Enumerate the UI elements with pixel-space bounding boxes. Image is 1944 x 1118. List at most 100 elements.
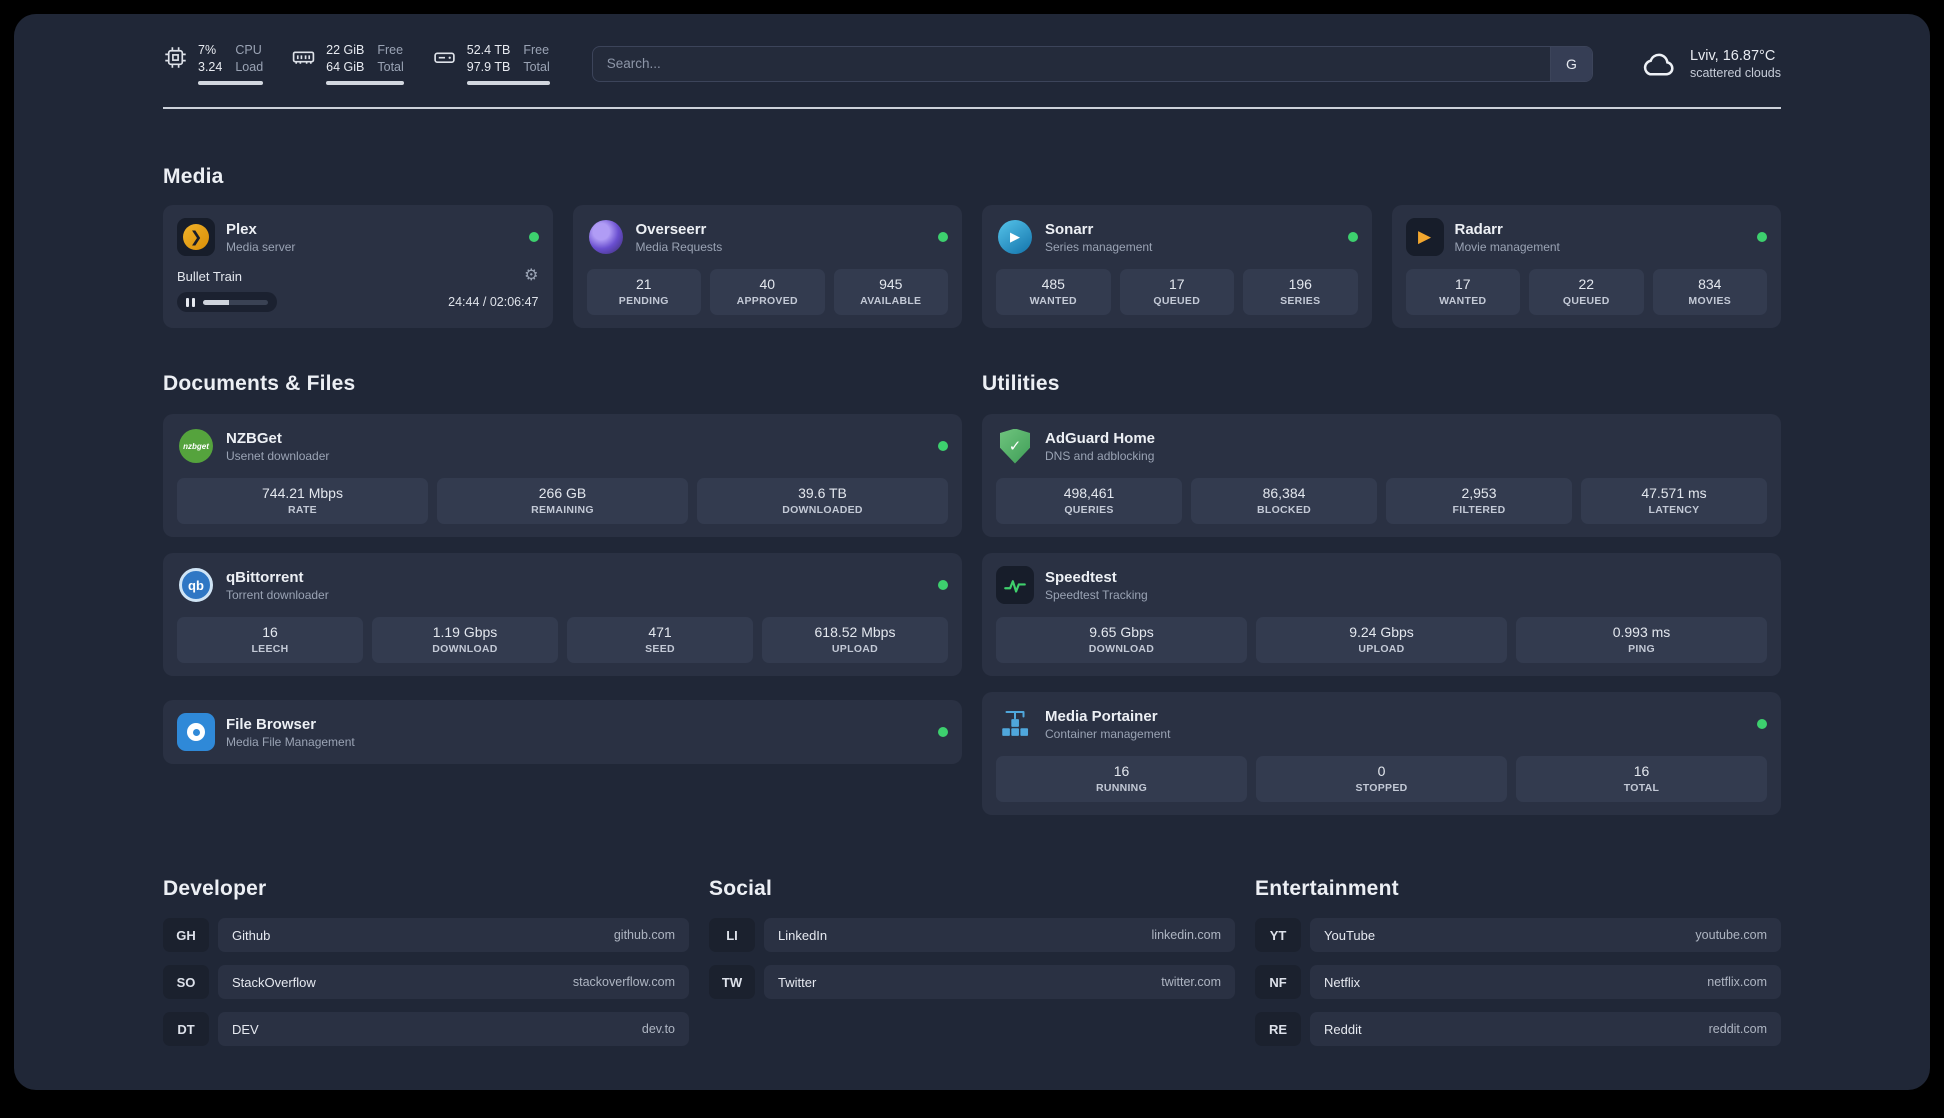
app-card-speedtest[interactable]: Speedtest Speedtest Tracking 9.65 Gbps DO… (982, 553, 1781, 676)
app-card-plex[interactable]: ❯ Plex Media server Bullet Train ⚙ 24:44… (163, 205, 553, 328)
section-documents: Documents & Files nzbget NZBGet Usenet d… (163, 372, 962, 764)
app-subtitle: Movie management (1454, 239, 1560, 254)
app-card-portainer[interactable]: Media Portainer Container management 16 R… (982, 692, 1781, 815)
weather-widget: Lviv, 16.87°C scattered clouds (1639, 45, 1781, 83)
stat-download: 1.19 Gbps DOWNLOAD (372, 617, 558, 663)
app-name: File Browser (226, 715, 317, 733)
link-abbr: TW (709, 965, 755, 999)
link-github[interactable]: GH Github github.com (163, 918, 689, 952)
stat-wanted: 17 WANTED (1405, 269, 1520, 315)
app-subtitle: Usenet downloader (226, 448, 330, 463)
app-name: Sonarr (1045, 220, 1094, 238)
stat-movies: 834 MOVIES (1652, 269, 1767, 315)
link-abbr: RE (1255, 1012, 1301, 1046)
link-abbr: NF (1255, 965, 1301, 999)
cpu-load-label: Load (235, 60, 264, 74)
app-subtitle: Media File Management (226, 734, 355, 749)
link-abbr: YT (1255, 918, 1301, 952)
section-social: Social LI LinkedIn linkedin.com TW Twitte… (709, 877, 1235, 1046)
adguard-icon: ✓ (996, 427, 1034, 465)
link-abbr: GH (163, 918, 209, 952)
app-card-nzbget[interactable]: nzbget NZBGet Usenet downloader 744.21 M… (163, 414, 962, 537)
speedtest-icon (996, 566, 1034, 604)
app-card-overseerr[interactable]: Overseerr Media Requests 21 PENDING 40 APP… (572, 205, 962, 328)
stat-wanted: 485 WANTED (996, 269, 1111, 315)
sonarr-icon: ▶ (996, 218, 1034, 256)
ram-free-label: Free (377, 43, 404, 57)
link-youtube[interactable]: YT YouTube youtube.com (1255, 918, 1781, 952)
app-name: Media Portainer (1045, 707, 1158, 725)
stat-upload: 618.52 Mbps UPLOAD (762, 617, 948, 663)
app-name: AdGuard Home (1045, 429, 1156, 447)
status-dot (1757, 719, 1767, 729)
seek-bar[interactable] (202, 299, 268, 305)
section-title-media: Media (163, 165, 224, 188)
app-subtitle: Container management (1045, 726, 1171, 741)
plex-icon: ❯ (177, 218, 215, 256)
status-dot (938, 580, 948, 590)
section-title-developer: Developer (163, 877, 267, 900)
cpu-load-value: 3.24 (198, 60, 223, 74)
plex-now-playing: Bullet Train ⚙ 24:44 / 02:06:47 (177, 268, 539, 312)
dashboard: 7% 3.24 CPU Load 22 GiB 64 GiB Free Tota… (14, 14, 1930, 1090)
status-dot (1347, 232, 1358, 242)
stat-stopped: 0 STOPPED (1256, 756, 1507, 802)
status-dot (528, 232, 539, 242)
cpu-icon (163, 45, 188, 70)
app-name: NZBGet (226, 429, 282, 447)
app-subtitle: Speedtest Tracking (1045, 587, 1148, 602)
app-subtitle: Torrent downloader (226, 587, 329, 602)
link-stackoverflow[interactable]: SO StackOverflow stackoverflow.com (163, 965, 689, 999)
stat-filtered: 2,953 FILTERED (1386, 478, 1572, 524)
disk-widget: 52.4 TB 97.9 TB Free Total (432, 42, 550, 85)
ram-icon (291, 45, 316, 70)
app-card-adguard[interactable]: ✓ AdGuard Home DNS and adblocking 498,46… (982, 414, 1781, 537)
ram-widget: 22 GiB 64 GiB Free Total (291, 42, 404, 85)
status-dot (938, 727, 948, 737)
link-abbr: SO (163, 965, 209, 999)
stat-remaining: 266 GB REMAINING (437, 478, 688, 524)
link-reddit[interactable]: RE Reddit reddit.com (1255, 1012, 1781, 1046)
app-card-filebrowser[interactable]: File Browser Media File Management (163, 700, 962, 764)
ram-total-label: Total (377, 60, 404, 74)
status-dot (938, 441, 948, 451)
disk-total-label: Total (523, 60, 550, 74)
link-linkedin[interactable]: LI LinkedIn linkedin.com (709, 918, 1235, 952)
disk-free-value: 52.4 TB (466, 43, 511, 57)
cpu-widget: 7% 3.24 CPU Load (163, 42, 264, 85)
ram-free-value: 22 GiB (326, 43, 365, 57)
link-dev[interactable]: DT DEV dev.to (163, 1012, 689, 1046)
link-abbr: LI (709, 918, 755, 952)
ram-total-value: 64 GiB (326, 60, 365, 74)
topbar-divider (163, 107, 1781, 109)
link-twitter[interactable]: TW Twitter twitter.com (709, 965, 1235, 999)
player-settings-icon[interactable]: ⚙ (524, 268, 538, 284)
pause-icon[interactable] (186, 297, 195, 307)
stat-blocked: 86,384 BLOCKED (1191, 478, 1377, 524)
app-subtitle: Media Requests (635, 239, 723, 254)
app-name: Overseerr (635, 220, 707, 238)
stat-queued: 17 QUEUED (1119, 269, 1234, 315)
weather-condition: scattered clouds (1689, 65, 1781, 80)
disk-total-value: 97.9 TB (466, 60, 511, 74)
stat-queued: 22 QUEUED (1529, 269, 1644, 315)
app-card-sonarr[interactable]: ▶ Sonarr Series management 485 WANTED 17 Q… (982, 205, 1372, 328)
player-controls[interactable] (177, 292, 277, 312)
app-card-radarr[interactable]: ▶ Radarr Movie management 17 WANTED 22 QUE… (1391, 205, 1781, 328)
stat-queries: 498,461 QUERIES (996, 478, 1182, 524)
status-dot (938, 232, 948, 242)
link-abbr: DT (163, 1012, 209, 1046)
stat-total: 16 TOTAL (1516, 756, 1767, 802)
app-name: qBittorrent (226, 568, 304, 586)
stat-download: 9.65 Gbps DOWNLOAD (996, 617, 1247, 663)
playback-time: 24:44 / 02:06:47 (448, 295, 539, 309)
search-engine-button[interactable]: G (1549, 46, 1592, 81)
disk-icon (432, 45, 457, 70)
link-netflix[interactable]: NF Netflix netflix.com (1255, 965, 1781, 999)
search-input[interactable] (592, 46, 1550, 81)
app-subtitle: DNS and adblocking (1045, 448, 1155, 463)
stat-pending: 21 PENDING (586, 269, 701, 315)
app-card-qbittorrent[interactable]: qb qBittorrent Torrent downloader 16 LEEC… (163, 553, 962, 676)
now-playing-title: Bullet Train (177, 268, 243, 284)
cpu-usage: 7% (198, 43, 217, 57)
